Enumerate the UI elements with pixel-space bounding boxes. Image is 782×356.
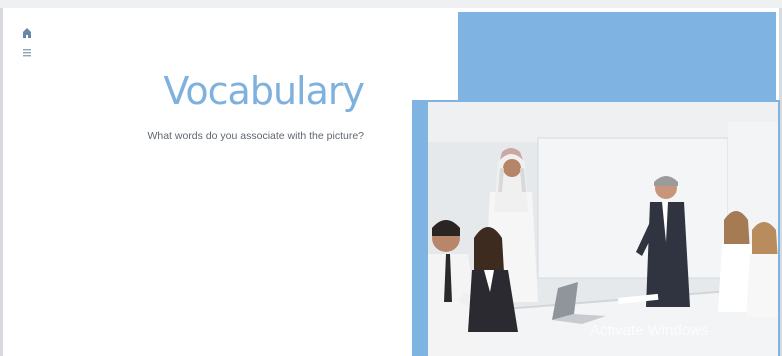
slide-title: Vocabulary: [163, 69, 365, 113]
meeting-photo: [428, 102, 778, 356]
slide-nav: [22, 24, 36, 57]
slide: Vocabulary What words do you associate w…: [0, 0, 782, 356]
activate-windows-watermark: Activate Windows: [590, 322, 709, 339]
left-edge: [0, 8, 3, 356]
top-strip: [0, 0, 782, 8]
menu-icon[interactable]: [22, 42, 32, 57]
home-icon[interactable]: [22, 24, 32, 38]
slide-subtitle: What words do you associate with the pic…: [147, 130, 364, 142]
